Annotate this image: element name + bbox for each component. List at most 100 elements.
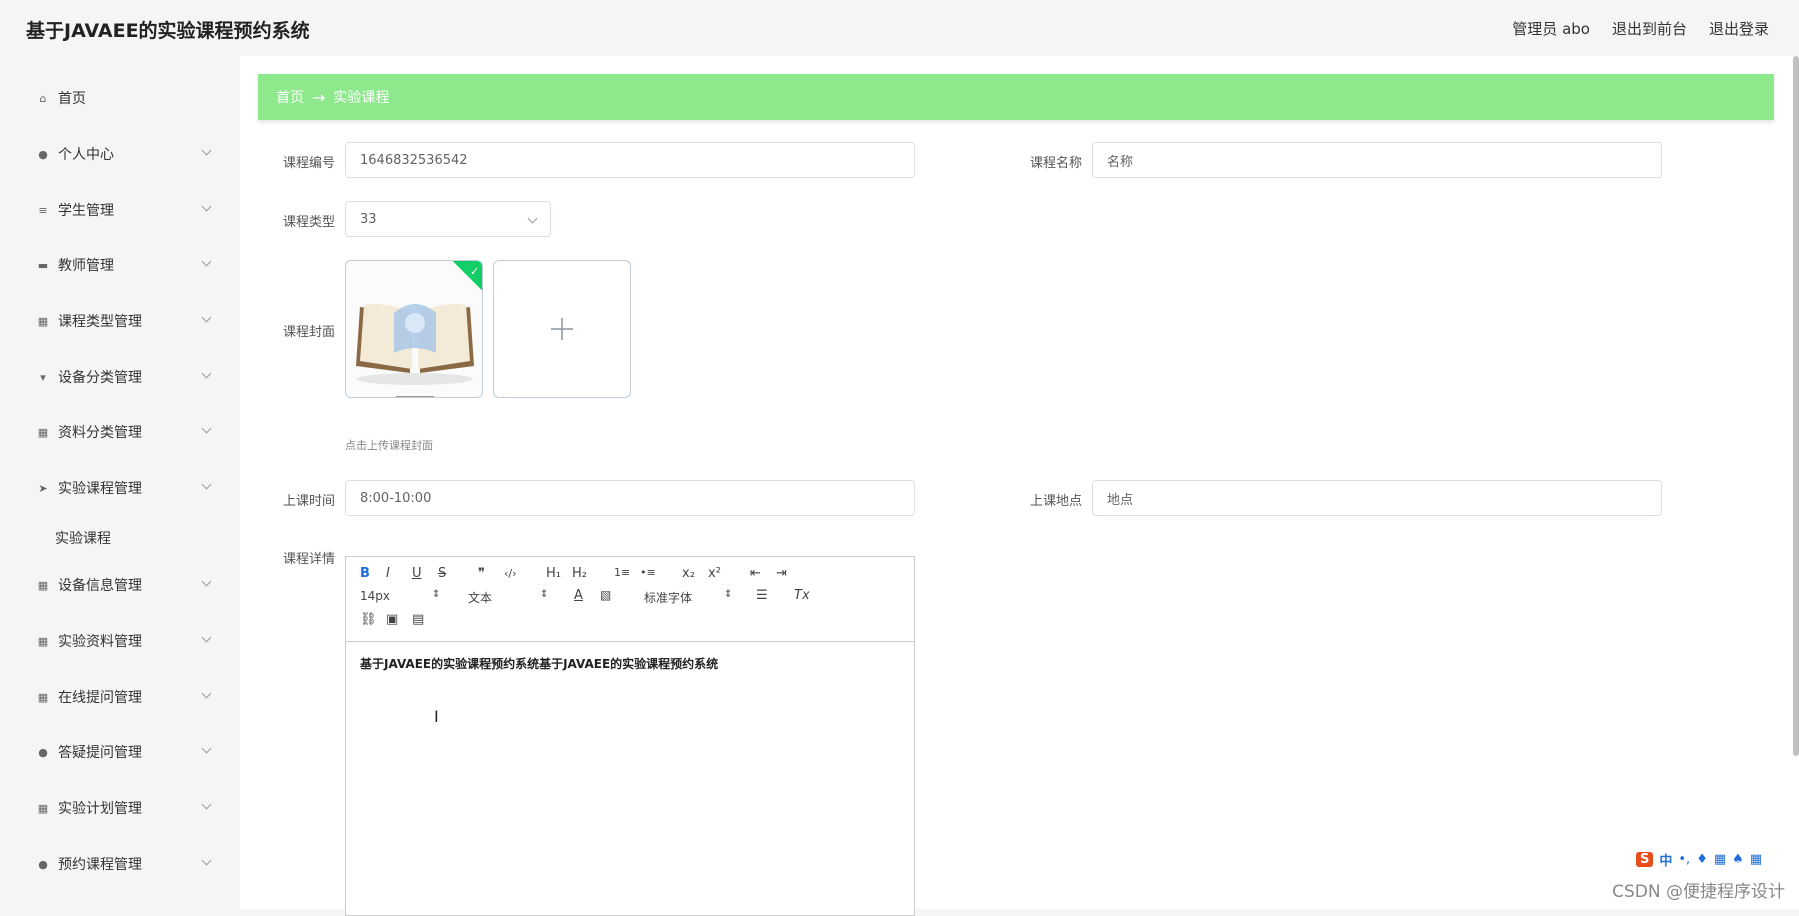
- ime-toolbar: S 中 •, ♦ ▦ ♠ ▦: [1636, 850, 1762, 869]
- watermark: CSDN @便捷程序设计: [1612, 882, 1785, 902]
- current-user: 管理员 abo: [1512, 20, 1590, 38]
- indent-button[interactable]: ⇥: [776, 566, 787, 581]
- chevron-down-icon: [201, 256, 212, 267]
- sidebar-item-device-category-management[interactable]: ▾ 设备分类管理: [14, 357, 224, 397]
- time-input[interactable]: 8:00-10:00: [345, 480, 915, 516]
- chevron-down-icon: [201, 688, 212, 699]
- apps-icon[interactable]: ▦: [1750, 852, 1762, 867]
- h2-button[interactable]: H₂: [572, 566, 587, 581]
- chevron-down-icon: [527, 213, 538, 224]
- bullet-list-button[interactable]: •≡: [640, 566, 656, 579]
- sidebar-item-label: 答疑提问管理: [58, 745, 142, 761]
- keyboard-icon[interactable]: ▦: [1714, 852, 1726, 867]
- chevron-down-icon: [201, 479, 212, 490]
- sidebar-item-teacher-management[interactable]: ▬ 教师管理: [14, 245, 224, 285]
- sidebar-item-label: 首页: [58, 91, 86, 107]
- sidebar-item-label: 实验资料管理: [58, 634, 142, 650]
- underline-button[interactable]: U: [412, 566, 422, 581]
- sidebar-item-lab-material-management[interactable]: ▦ 实验资料管理: [14, 621, 224, 661]
- text-cursor-icon: I: [434, 707, 439, 726]
- main-content: 首页 → 实验课程 课程编号 1646832536542 课程名称 名称 课程类…: [240, 56, 1799, 916]
- mic-icon[interactable]: ♦: [1696, 852, 1708, 867]
- breadcrumb-current: 实验课程: [333, 90, 390, 106]
- cover-label: 课程封面: [282, 325, 335, 340]
- sidebar-item-label: 设备分类管理: [58, 370, 142, 386]
- h1-button[interactable]: H₁: [546, 566, 561, 581]
- apps-icon: ▦: [37, 634, 49, 648]
- sidebar-item-online-question-management[interactable]: ▦ 在线提问管理: [14, 677, 224, 717]
- strike-button[interactable]: S: [438, 566, 446, 581]
- course-type-label: 课程类型: [282, 215, 335, 230]
- course-type-select[interactable]: 33: [345, 201, 551, 237]
- align-icon[interactable]: ☰: [756, 588, 768, 603]
- grid-icon: ▦: [37, 690, 49, 704]
- book-image: [346, 261, 482, 397]
- app-title: 基于JAVAEE的实验课程预约系统: [26, 20, 310, 42]
- chevron-down-icon: [201, 632, 212, 643]
- sidebar-item-label: 设备信息管理: [58, 578, 142, 594]
- exit-to-front-link[interactable]: 退出到前台: [1612, 18, 1687, 39]
- course-name-input[interactable]: 名称: [1092, 142, 1662, 178]
- skin-icon[interactable]: ♠: [1732, 852, 1744, 867]
- ordered-list-button[interactable]: 1≡: [614, 566, 630, 579]
- sidebar-item-label: 学生管理: [58, 203, 114, 219]
- breadcrumb-separator-icon: →: [312, 87, 326, 107]
- list-icon: ≡: [38, 203, 48, 217]
- sidebar-item-home[interactable]: ⌂ 首页: [14, 78, 224, 118]
- video-icon[interactable]: ▤: [412, 612, 424, 627]
- person-icon: ●: [38, 745, 48, 759]
- course-name-label: 课程名称: [1029, 156, 1082, 171]
- sidebar-item-label: 实验计划管理: [58, 801, 142, 817]
- chevron-down-icon: [201, 855, 212, 866]
- page-scrollbar[interactable]: [1793, 56, 1799, 756]
- image-icon[interactable]: ▣: [386, 612, 398, 627]
- sidebar-item-student-management[interactable]: ≡ 学生管理: [14, 190, 224, 230]
- top-header: 基于JAVAEE的实验课程预约系统 管理员 abo 退出到前台 退出登录: [0, 0, 1799, 56]
- punctuation-icon[interactable]: •,: [1678, 852, 1690, 867]
- breadcrumb-home[interactable]: 首页: [276, 87, 304, 107]
- outdent-button[interactable]: ⇤: [750, 566, 761, 581]
- monitor-icon: ▬: [37, 258, 49, 272]
- link-icon[interactable]: ⛓: [360, 612, 377, 627]
- plus-icon: [551, 318, 573, 340]
- editor-content[interactable]: 基于JAVAEE的实验课程预约系统基于JAVAEE的实验课程预约系统: [360, 655, 718, 672]
- font-size-select[interactable]: 14px: [360, 589, 390, 603]
- sidebar-item-qa-management[interactable]: ● 答疑提问管理: [14, 732, 224, 772]
- sidebar-item-label: 实验课程管理: [58, 481, 142, 497]
- font-family-select[interactable]: 标准字体: [644, 589, 692, 606]
- background-color-icon[interactable]: ▧: [600, 588, 611, 602]
- bold-button[interactable]: B: [360, 566, 370, 581]
- code-button[interactable]: ‹/›: [504, 567, 517, 580]
- cover-thumbnail[interactable]: ✓: [345, 260, 483, 398]
- italic-button[interactable]: I: [386, 566, 390, 581]
- font-color-icon[interactable]: A: [574, 588, 583, 603]
- updown-icon: ⇕: [540, 589, 549, 600]
- clear-format-icon[interactable]: Tx: [794, 588, 810, 603]
- place-input[interactable]: 地点: [1092, 480, 1662, 516]
- logout-link[interactable]: 退出登录: [1709, 18, 1769, 39]
- header-select[interactable]: 文本: [468, 589, 492, 606]
- chevron-down-icon: [201, 312, 212, 323]
- course-no-input[interactable]: 1646832536542: [345, 142, 915, 178]
- sidebar-item-personal-center[interactable]: ● 个人中心: [14, 134, 224, 174]
- sidebar-item-lab-plan-management[interactable]: ▦ 实验计划管理: [14, 788, 224, 828]
- updown-icon: ⇕: [432, 589, 441, 600]
- chevron-down-icon: [201, 743, 212, 754]
- sidebar-subitem-lab-course[interactable]: 实验课程: [55, 528, 111, 548]
- sidebar-item-course-type-management[interactable]: ▦ 课程类型管理: [14, 301, 224, 341]
- sidebar-item-lab-course-management[interactable]: ➤ 实验课程管理: [14, 468, 224, 508]
- sogou-logo-icon: S: [1636, 852, 1654, 867]
- sidebar-item-device-info-management[interactable]: ▦ 设备信息管理: [14, 565, 224, 605]
- detail-label: 课程详情: [282, 552, 335, 567]
- ime-language[interactable]: 中: [1659, 850, 1672, 869]
- blockquote-button[interactable]: ❞: [478, 566, 485, 581]
- sidebar-item-label: 教师管理: [58, 258, 114, 274]
- sidebar-item-booking-management[interactable]: ● 预约课程管理: [14, 844, 224, 884]
- superscript-button[interactable]: x²: [708, 566, 721, 581]
- time-label: 上课时间: [282, 494, 335, 509]
- course-type-value: 33: [360, 211, 377, 227]
- user-icon: ●: [38, 857, 48, 871]
- sidebar-item-material-category-management[interactable]: ▦ 资料分类管理: [14, 412, 224, 452]
- subscript-button[interactable]: x₂: [682, 566, 695, 581]
- upload-cover-button[interactable]: [493, 260, 631, 398]
